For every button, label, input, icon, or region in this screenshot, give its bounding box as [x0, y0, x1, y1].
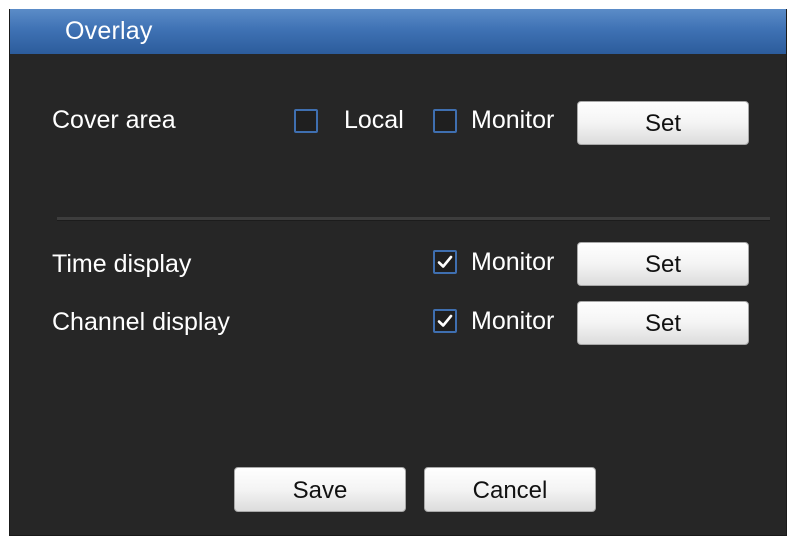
cover-area-local-label: Local — [344, 106, 404, 134]
cover-area-monitor-checkbox[interactable] — [433, 109, 457, 133]
channel-display-monitor-checkbox[interactable] — [433, 309, 457, 333]
time-display-monitor-checkbox[interactable] — [433, 250, 457, 274]
dialog-title: Overlay — [65, 17, 153, 45]
title-bar: Overlay — [10, 9, 786, 54]
check-icon — [437, 314, 453, 327]
cover-area-monitor-label: Monitor — [471, 106, 555, 134]
cover-area-set-button[interactable]: Set — [577, 101, 749, 145]
time-display-monitor-label: Monitor — [471, 248, 555, 276]
save-button[interactable]: Save — [234, 467, 406, 512]
channel-display-monitor-label: Monitor — [471, 307, 555, 335]
section-divider — [57, 217, 770, 221]
check-icon — [437, 255, 453, 268]
time-display-label: Time display — [52, 250, 192, 278]
cover-area-local-checkbox[interactable] — [294, 109, 318, 133]
cover-area-label: Cover area — [52, 106, 176, 134]
overlay-dialog: Overlay Cover area Local Monitor Set Tim… — [9, 9, 787, 536]
channel-display-set-button[interactable]: Set — [577, 301, 749, 345]
time-display-set-button[interactable]: Set — [577, 242, 749, 286]
channel-display-label: Channel display — [52, 308, 230, 336]
cancel-button[interactable]: Cancel — [424, 467, 596, 512]
